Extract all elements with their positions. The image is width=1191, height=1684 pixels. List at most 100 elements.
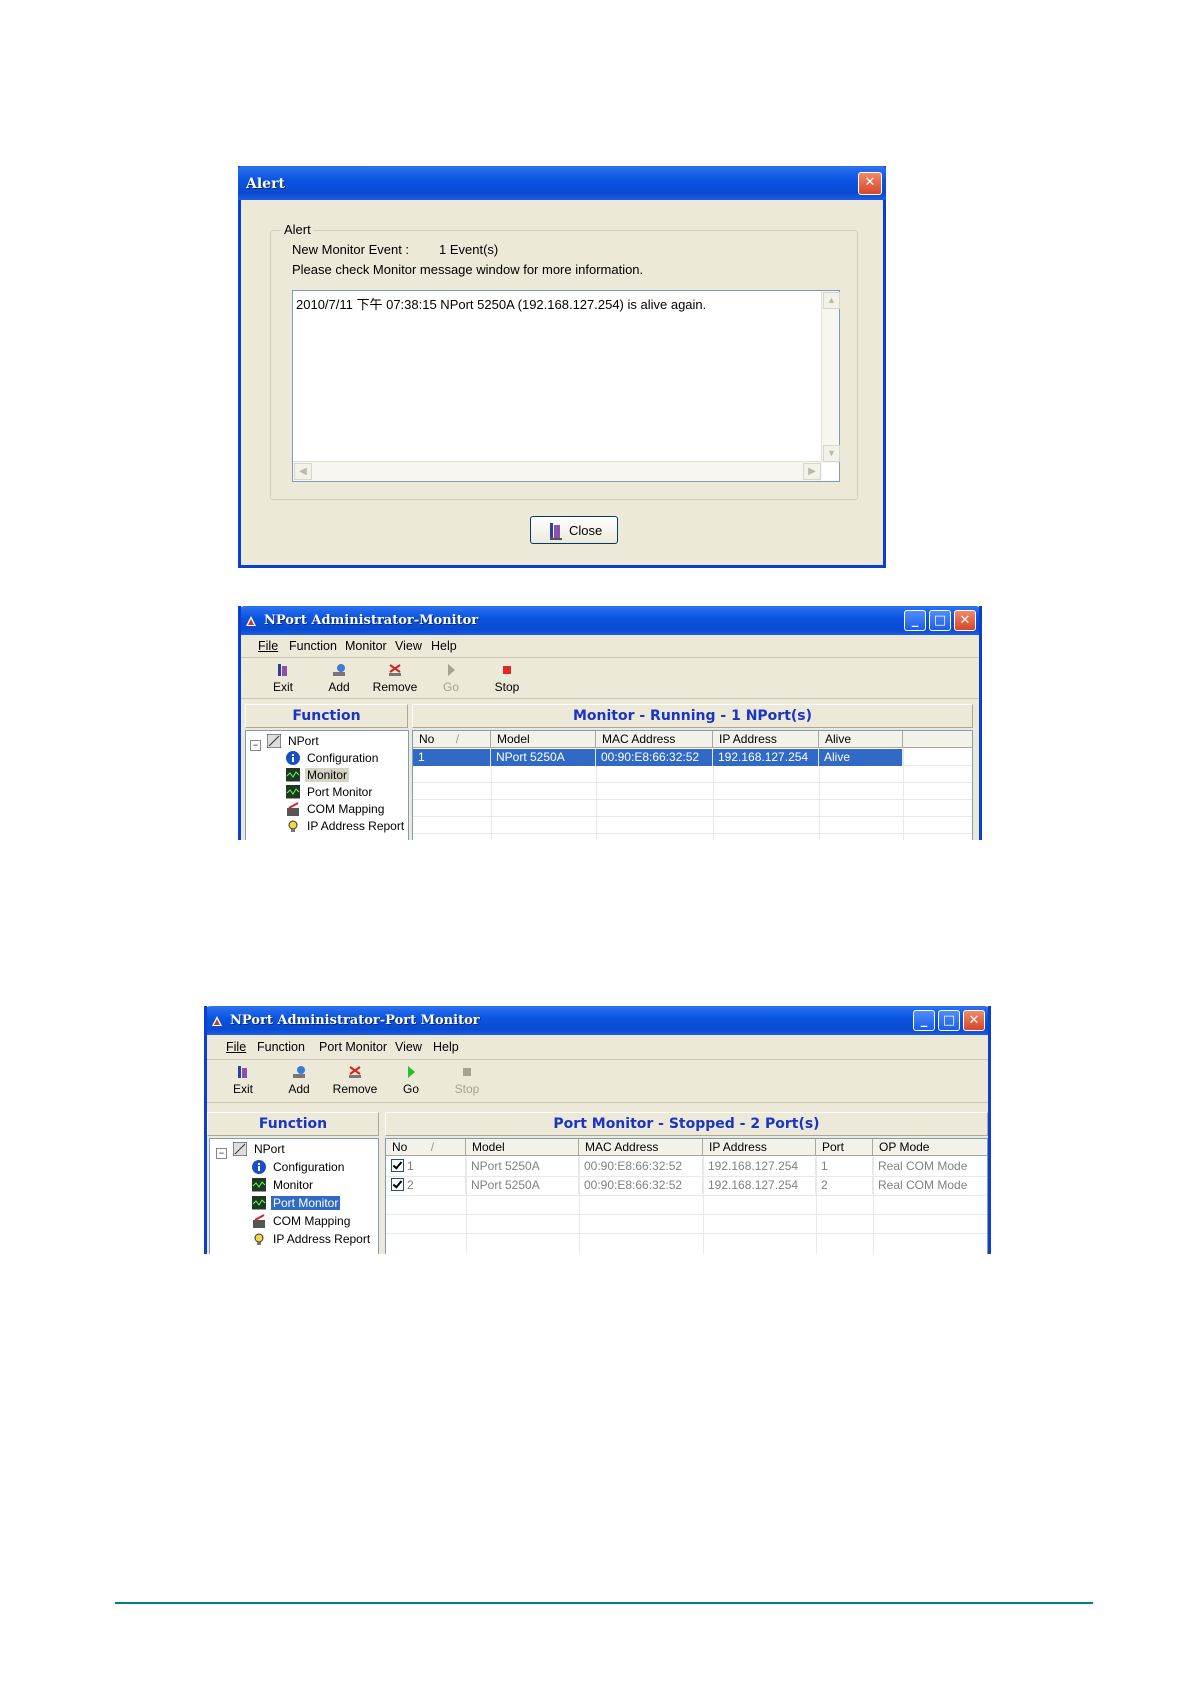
tree-item-port-monitor[interactable]: Port Monitor xyxy=(251,1195,341,1212)
nport-icon xyxy=(266,733,282,749)
col-no[interactable]: No / xyxy=(413,731,491,748)
col-mac[interactable]: MAC Address xyxy=(579,1139,703,1156)
tree-item-port-monitor[interactable]: Port Monitor xyxy=(285,784,374,801)
alert-message-text: 2010/7/11 下午 07:38:15 NPort 5250A (192.1… xyxy=(296,297,707,312)
menu-monitor[interactable]: Monitor xyxy=(345,639,387,653)
footer-line xyxy=(115,1602,1093,1604)
event-count: 1 Event(s) xyxy=(439,242,499,257)
vertical-scrollbar[interactable]: ▲ ▼ xyxy=(821,291,840,463)
scroll-left-icon[interactable]: ◀ xyxy=(294,463,312,480)
remove-button[interactable]: Remove xyxy=(369,662,421,694)
add-button[interactable]: Add xyxy=(273,1064,325,1096)
monitor-grid: No / Model MAC Address IP Address Alive … xyxy=(412,730,973,840)
scroll-right-icon[interactable]: ▶ xyxy=(803,463,821,480)
cell-model: NPort 5250A xyxy=(491,749,596,766)
alert-group-label: Alert xyxy=(281,222,314,237)
info-icon xyxy=(286,751,300,765)
cell-ip: 192.168.127.254 xyxy=(713,749,819,766)
exit-button[interactable]: Exit xyxy=(217,1064,269,1096)
col-op-mode[interactable]: OP Mode xyxy=(873,1139,987,1156)
stop-icon xyxy=(458,1064,476,1080)
menu-view[interactable]: View xyxy=(395,639,422,653)
tree-item-ip-report[interactable]: IP Address Report xyxy=(286,819,406,835)
cell-model: NPort 5250A xyxy=(466,1177,579,1194)
col-alive[interactable]: Alive xyxy=(819,731,903,748)
window-close-icon[interactable]: ✕ xyxy=(963,1010,985,1031)
menu-help[interactable]: Help xyxy=(431,639,457,653)
scroll-down-icon[interactable]: ▼ xyxy=(823,445,840,462)
port-toolbar: Exit Add Remove Go Stop xyxy=(207,1060,988,1103)
port-menu-bar: File Function Port Monitor View Help xyxy=(207,1035,988,1060)
cell-no[interactable]: 2 xyxy=(386,1177,466,1194)
col-mac[interactable]: MAC Address xyxy=(596,731,713,748)
menu-view[interactable]: View xyxy=(395,1040,422,1054)
stop-button[interactable]: Stop xyxy=(481,662,533,694)
col-port[interactable]: Port xyxy=(816,1139,873,1156)
function-tree: − NPort Configuration Monitor Port Monito… xyxy=(245,730,409,840)
monitor-icon xyxy=(251,1177,267,1192)
tree-item-configuration[interactable]: Configuration xyxy=(286,751,380,767)
nport-icon xyxy=(232,1141,248,1157)
col-ip[interactable]: IP Address xyxy=(713,731,819,748)
col-model[interactable]: Model xyxy=(491,731,596,748)
add-icon xyxy=(290,1064,308,1080)
port-title-bar[interactable]: NPort Administrator-Port Monitor _ □ ✕ xyxy=(207,1006,988,1035)
port-grid: No / Model MAC Address IP Address Port O… xyxy=(385,1138,988,1254)
go-button[interactable]: Go xyxy=(385,1064,437,1096)
menu-function[interactable]: Function xyxy=(289,639,337,653)
cell-port: 1 xyxy=(816,1158,873,1175)
exit-button[interactable]: Exit xyxy=(257,662,309,694)
tree-item-nport[interactable]: − NPort xyxy=(216,1141,287,1159)
minimize-icon[interactable]: _ xyxy=(913,1010,935,1031)
col-no[interactable]: No / xyxy=(386,1139,466,1156)
play-icon xyxy=(402,1064,420,1080)
minimize-icon[interactable]: _ xyxy=(904,610,926,631)
checkbox-checked-icon[interactable] xyxy=(391,1159,404,1172)
col-model[interactable]: Model xyxy=(466,1139,579,1156)
function-tree: − NPort Configuration Monitor Port Monito… xyxy=(209,1138,379,1254)
menu-file[interactable]: File xyxy=(226,1040,246,1054)
alert-title-bar[interactable]: Alert ✕ xyxy=(238,166,886,200)
tree-item-ip-report[interactable]: IP Address Report xyxy=(252,1232,372,1248)
close-button[interactable]: Close xyxy=(530,516,618,544)
cell-no[interactable]: 1 xyxy=(386,1158,466,1175)
collapse-icon[interactable]: − xyxy=(250,740,261,751)
monitor-title-bar[interactable]: NPort Administrator-Monitor _ □ ✕ xyxy=(241,606,979,635)
alert-close-icon[interactable]: ✕ xyxy=(858,172,882,195)
add-button[interactable]: Add xyxy=(313,662,365,694)
menu-help[interactable]: Help xyxy=(433,1040,459,1054)
maximize-icon[interactable]: □ xyxy=(929,610,951,631)
close-door-icon xyxy=(549,521,562,540)
alert-message-box[interactable]: 2010/7/11 下午 07:38:15 NPort 5250A (192.1… xyxy=(292,290,840,482)
tree-item-com-mapping[interactable]: COM Mapping xyxy=(252,1214,352,1230)
port-monitor-window: NPort Administrator-Port Monitor _ □ ✕ F… xyxy=(204,1006,991,1254)
stop-icon xyxy=(498,662,516,678)
go-button[interactable]: Go xyxy=(425,662,477,694)
remove-button[interactable]: Remove xyxy=(329,1064,381,1096)
tree-item-nport[interactable]: − NPort xyxy=(250,733,321,751)
collapse-icon[interactable]: − xyxy=(216,1148,227,1159)
window-close-icon[interactable]: ✕ xyxy=(954,610,976,631)
alert-title: Alert xyxy=(246,176,285,192)
col-ip[interactable]: IP Address xyxy=(703,1139,816,1156)
horizontal-scrollbar[interactable]: ◀ ▶ xyxy=(293,461,822,481)
tree-item-monitor[interactable]: Monitor xyxy=(251,1177,315,1194)
info-icon xyxy=(252,1160,266,1174)
checkbox-checked-icon[interactable] xyxy=(391,1178,404,1191)
scroll-up-icon[interactable]: ▲ xyxy=(823,292,840,309)
cell-mac: 00:90:E8:66:32:52 xyxy=(579,1158,703,1175)
exit-icon xyxy=(234,1064,252,1080)
tree-item-com-mapping[interactable]: COM Mapping xyxy=(286,802,386,818)
menu-function[interactable]: Function xyxy=(257,1040,305,1054)
function-header: Function xyxy=(207,1112,379,1136)
maximize-icon[interactable]: □ xyxy=(938,1010,960,1031)
cell-op-mode: Real COM Mode xyxy=(873,1177,987,1194)
tree-item-monitor[interactable]: Monitor xyxy=(285,767,350,784)
monitor-window: NPort Administrator-Monitor _ □ ✕ File F… xyxy=(238,606,982,840)
menu-port-monitor[interactable]: Port Monitor xyxy=(319,1040,387,1054)
menu-file[interactable]: File xyxy=(258,639,278,653)
close-button-label: Close xyxy=(569,523,603,538)
tree-item-configuration[interactable]: Configuration xyxy=(252,1160,346,1176)
exit-icon xyxy=(274,662,292,678)
stop-button[interactable]: Stop xyxy=(441,1064,493,1096)
